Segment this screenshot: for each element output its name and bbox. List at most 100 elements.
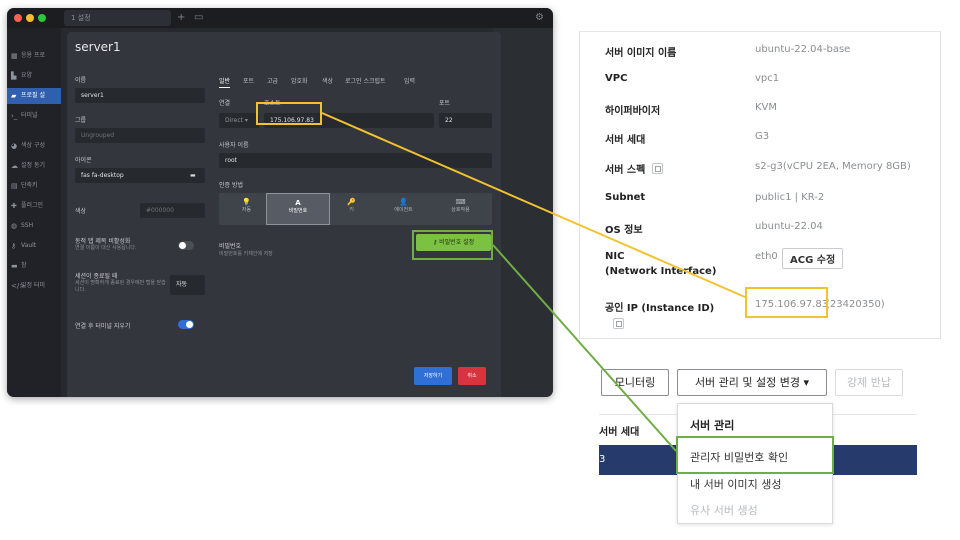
clear-terminal-toggle[interactable] — [178, 320, 194, 329]
maximize-window-button[interactable] — [38, 14, 46, 22]
palette-icon: ◕ — [11, 142, 18, 150]
sidebar-item-label: 창 — [21, 262, 27, 269]
clear-terminal-label: 연결 후 터미널 지우기 — [75, 323, 131, 330]
info-key: 서버 세대 — [605, 135, 646, 146]
port-input[interactable]: 22 — [439, 113, 492, 128]
puzzle-icon: ✚ — [11, 202, 17, 210]
keyboard-icon: ▤ — [11, 182, 18, 190]
plus-icon[interactable]: + — [177, 11, 185, 25]
icon-label: 아이콘 — [75, 157, 92, 164]
key-icon: 🔑 — [347, 198, 356, 206]
icon-input[interactable]: fas fa-desktop — [75, 168, 186, 183]
chevron-down-icon: ▾ — [244, 117, 248, 124]
tab-encryption[interactable]: 암호화 — [291, 76, 308, 85]
menu-item-create-image[interactable]: 내 서버 이미지 생성 — [690, 476, 781, 492]
auth-method-label: 인증 방법 — [219, 182, 243, 189]
auth-agent-option[interactable]: 👤 에이전트 — [376, 193, 431, 225]
tab-ports[interactable]: 포트 — [243, 76, 254, 85]
tab-input[interactable]: 입력 — [404, 76, 415, 85]
sidebar-item-profiles[interactable]: ▰ 프로필 설 — [7, 88, 61, 104]
user-icon: 👤 — [399, 198, 408, 206]
dynamic-title-toggle[interactable] — [178, 241, 194, 250]
modal-title: server1 — [75, 40, 121, 54]
sidebar-item-plugins[interactable]: ✚ 플러그인 — [7, 198, 61, 214]
sidebar-item-apps[interactable]: ▦ 응용 프로 — [7, 48, 61, 64]
dynamic-title-desc: 연결 이름이 대신 사용됩니다. — [75, 245, 137, 251]
acg-edit-button[interactable]: ACG 수정 — [782, 248, 844, 269]
sidebar-item-hotkey-terminal[interactable]: </> 일정 터미 — [7, 278, 61, 294]
nic-value: eth0 — [755, 251, 778, 262]
sidebar-item-label: Vault — [21, 242, 37, 249]
save-button[interactable]: 저장하기 — [414, 367, 452, 385]
monitoring-button[interactable]: 모니터링 — [601, 369, 669, 396]
info-value: ubuntu-22.04 — [755, 221, 823, 232]
nic-key: NIC — [605, 251, 625, 262]
copy-icon[interactable] — [652, 163, 663, 174]
dynamic-title-label: 동적 탭 제목 비활성화 — [75, 238, 131, 245]
gear-icon[interactable]: ⚙ — [535, 11, 544, 25]
close-window-button[interactable] — [14, 14, 22, 22]
auth-password-option[interactable]: A 비밀번호 — [266, 193, 330, 225]
info-value: ubuntu-22.04-base — [755, 44, 851, 55]
title-bar: 1 설정 + ▭ ⚙ — [7, 8, 553, 28]
sidebar-item-colors[interactable]: ◕ 색상 구성 — [7, 138, 61, 154]
auth-method-selector: 💡 자동 A 비밀번호 🔑 키 👤 에이전트 ⌨ 상호작용 — [219, 193, 492, 225]
sidebar-item-terminal[interactable]: ›_ 터미널 — [7, 108, 61, 124]
sidebar-item-vault[interactable]: ⚷ Vault — [7, 238, 61, 254]
tab-advanced[interactable]: 고급 — [267, 76, 278, 85]
copy-icon[interactable] — [613, 318, 624, 329]
info-value: s2-g3(vCPU 2EA, Memory 8GB) — [755, 161, 911, 172]
group-input[interactable]: Ungrouped — [75, 128, 205, 143]
sidebar-item-hotkeys[interactable]: ▤ 단축키 — [7, 178, 61, 194]
force-return-button[interactable]: 강제 반납 — [835, 369, 903, 396]
key-icon: ⚷ — [11, 242, 17, 250]
connection-select[interactable]: Direct ▾ — [219, 113, 259, 128]
terminal-icon: ›_ — [11, 112, 18, 120]
info-value: KVM — [755, 102, 778, 113]
caret-down-icon: ▾ — [803, 376, 810, 389]
globe-icon: ◍ — [11, 222, 18, 230]
info-key: Subnet — [605, 192, 646, 203]
manage-settings-button[interactable]: 서버 관리 및 설정 변경 ▾ — [677, 369, 827, 396]
sidebar-item-appearance[interactable]: ▙ 요양 — [7, 68, 61, 84]
tab-login-script[interactable]: 로그인 스크립트 — [345, 76, 386, 85]
session-end-select[interactable]: 자동 — [170, 275, 205, 295]
sidebar-item-sync[interactable]: ☁ 설정 동기 — [7, 158, 61, 174]
name-label: 이름 — [75, 77, 87, 84]
session-end-desc: 세션이 명확하게 종료된 경우에만 탭을 닫습니다. — [75, 280, 166, 293]
cancel-button[interactable]: 취소 — [458, 367, 486, 385]
public-ip-highlight-box — [745, 287, 828, 318]
menu-item-create-similar[interactable]: 유사 서버 생성 — [690, 502, 758, 518]
auth-key-option[interactable]: 🔑 키 — [324, 193, 379, 225]
auth-option-label: 비밀번호 — [288, 208, 308, 214]
tab-colors[interactable]: 색상 — [322, 76, 333, 85]
info-value: G3 — [755, 131, 770, 142]
sidebar-item-window[interactable]: ▬ 창 — [7, 258, 61, 274]
sidebar-item-label: 단축키 — [21, 182, 38, 189]
info-key: OS 정보 — [605, 225, 643, 236]
color-input[interactable]: #000000 — [140, 203, 205, 218]
color-label: 색상 — [75, 208, 87, 215]
tab-settings[interactable]: 1 설정 — [64, 10, 171, 26]
sidebar-item-label: 프로필 설 — [21, 92, 45, 99]
minimize-window-button[interactable] — [26, 14, 34, 22]
username-input[interactable]: root — [219, 153, 492, 168]
auth-interactive-option[interactable]: ⌨ 상호작용 — [433, 193, 488, 225]
dropdown-header: 서버 관리 — [690, 419, 735, 432]
tab-general[interactable]: 일반 — [219, 76, 231, 88]
auth-option-label: 에이전트 — [394, 207, 413, 213]
info-key: VPC — [605, 73, 628, 84]
sidebar-item-label: 플러그인 — [21, 202, 44, 209]
sidebar-item-ssh[interactable]: ◍ SSH — [7, 218, 61, 234]
folder-icon: ▰ — [11, 92, 17, 100]
desktop-icon[interactable]: ▬ — [185, 168, 205, 183]
window-icon[interactable]: ▭ — [194, 11, 203, 25]
sidebar-item-label: 요양 — [21, 72, 33, 79]
name-input[interactable]: server1 — [75, 88, 205, 103]
sidebar-item-label: 응용 프로 — [21, 52, 45, 59]
terminal-app-window: 1 설정 + ▭ ⚙ ▦ 응용 프로 ▙ 요양 ▰ 프로필 설 ›_ 터미널 ◕ 색상 구… — [7, 8, 553, 397]
bars-icon: ▙ — [11, 72, 17, 80]
settings-sidebar: ▦ 응용 프로 ▙ 요양 ▰ 프로필 설 ›_ 터미널 ◕ 색상 구성 ☁ 설정 동기 ▤ 단… — [7, 28, 61, 397]
port-label: 포트 — [439, 100, 451, 107]
annotated-screenshot: 1 설정 + ▭ ⚙ ▦ 응용 프로 ▙ 요양 ▰ 프로필 설 ›_ 터미널 ◕ 색상 구… — [0, 0, 960, 540]
